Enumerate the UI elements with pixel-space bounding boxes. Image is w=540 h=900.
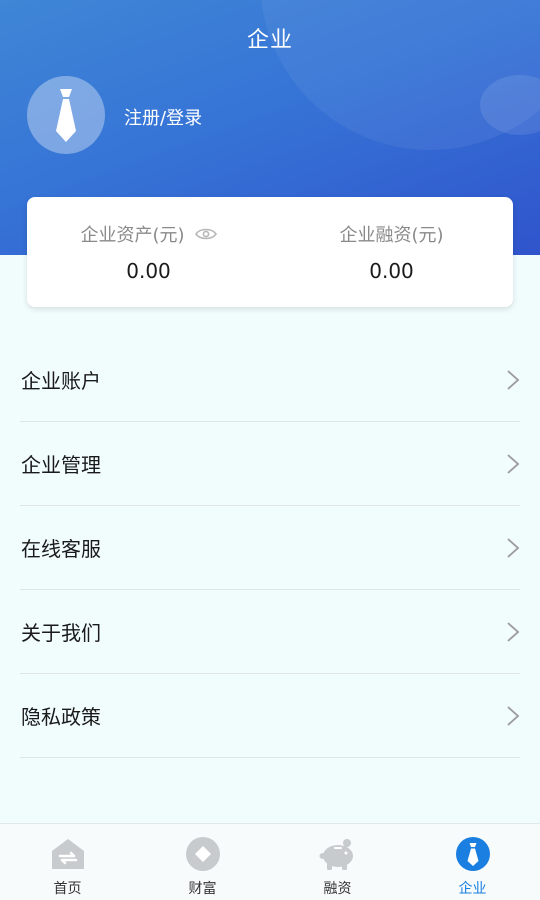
bottom-tab-bar: 首页 财富 融资 企业 <box>0 823 540 900</box>
tie-icon <box>56 89 76 142</box>
menu-item-label: 隐私政策 <box>21 705 101 729</box>
menu-item-enterprise-management[interactable]: 企业管理 <box>20 422 520 506</box>
tab-wealth[interactable]: 财富 <box>135 824 270 900</box>
tab-label: 首页 <box>53 881 82 897</box>
chevron-right-icon <box>506 621 520 643</box>
enterprise-financing: 企业融资(元) 0.00 <box>270 197 513 307</box>
menu-item-label: 关于我们 <box>21 621 101 645</box>
chevron-right-icon <box>506 705 520 727</box>
tab-label: 融资 <box>323 881 352 897</box>
menu-item-about-us[interactable]: 关于我们 <box>20 590 520 674</box>
menu-item-label: 企业账户 <box>21 369 101 393</box>
page-title: 企业 <box>246 28 293 53</box>
home-icon <box>51 839 84 869</box>
chevron-right-icon <box>506 453 520 475</box>
tab-financing[interactable]: 融资 <box>270 824 405 900</box>
asset-card: 企业资产(元) 0.00 企业融资(元) 0.00 <box>27 197 513 307</box>
tab-enterprise[interactable]: 企业 <box>405 824 540 900</box>
menu-item-privacy-policy[interactable]: 隐私政策 <box>20 674 520 758</box>
piggy-bank-icon <box>319 839 353 870</box>
menu-item-label: 企业管理 <box>21 453 101 477</box>
enterprise-assets-label: 企业资产(元) <box>80 225 185 246</box>
settings-menu: 企业账户 企业管理 在线客服 关于我们 隐私政策 <box>20 338 520 758</box>
eye-icon[interactable] <box>194 227 217 241</box>
enterprise-assets: 企业资产(元) 0.00 <box>27 197 270 307</box>
register-login-link[interactable]: 注册/登录 <box>124 104 202 130</box>
enterprise-financing-value: 0.00 <box>369 259 414 283</box>
enterprise-assets-value: 0.00 <box>126 259 171 283</box>
tab-home[interactable]: 首页 <box>0 824 135 900</box>
menu-item-enterprise-account[interactable]: 企业账户 <box>20 338 520 422</box>
enterprise-financing-label: 企业融资(元) <box>339 225 444 246</box>
chevron-right-icon <box>506 537 520 559</box>
avatar[interactable] <box>27 76 105 154</box>
tab-label: 企业 <box>458 881 487 897</box>
chevron-right-icon <box>506 369 520 391</box>
tab-label: 财富 <box>188 881 217 897</box>
menu-item-online-service[interactable]: 在线客服 <box>20 506 520 590</box>
tie-icon <box>455 837 490 871</box>
menu-item-label: 在线客服 <box>21 537 101 561</box>
wealth-icon <box>185 837 220 871</box>
